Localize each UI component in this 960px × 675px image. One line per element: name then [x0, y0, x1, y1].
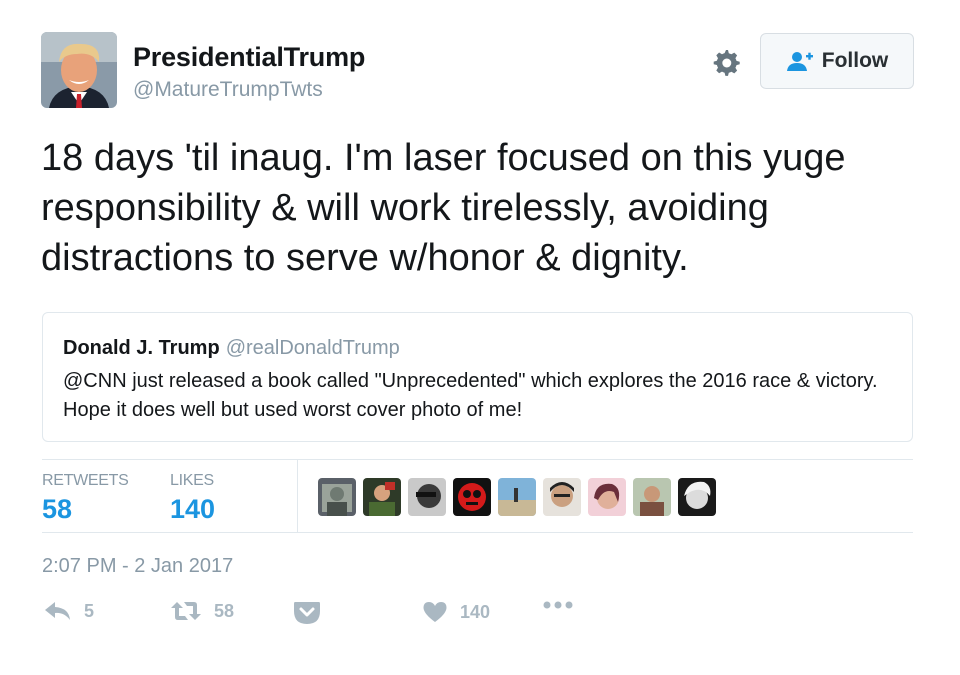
tweet-timestamp[interactable]: 2:07 PM - 2 Jan 2017 [42, 555, 233, 578]
liker-avatar[interactable] [498, 478, 536, 516]
retweets-count: 58 [42, 494, 73, 524]
tweet-actions: 5 58 140 [42, 600, 642, 636]
reply-icon [45, 602, 70, 620]
liker-avatar[interactable] [588, 478, 626, 516]
retweet-icon [171, 602, 201, 620]
reply-button[interactable]: 5 [44, 600, 94, 622]
liker-avatar[interactable] [363, 478, 401, 516]
quoted-author-handle: @realDonaldTrump [225, 337, 400, 359]
likes-stat[interactable]: LIKES 140 [170, 472, 215, 525]
liker-avatar[interactable] [408, 478, 446, 516]
retweets-label: RETWEETS [42, 472, 129, 489]
likes-count: 140 [170, 494, 216, 524]
settings-gear-icon[interactable] [710, 46, 742, 78]
tweet-stats: RETWEETS 58 LIKES 140 [42, 459, 913, 533]
quoted-author-name: Donald J. Trump [63, 337, 220, 359]
tweet-header: PresidentialTrump @MatureTrumpTwts Follo… [41, 32, 914, 108]
retweet-button[interactable]: 58 [170, 600, 234, 622]
more-dots-icon [543, 601, 573, 609]
pocket-save-button[interactable] [293, 600, 321, 626]
liker-avatar[interactable] [453, 478, 491, 516]
heart-icon [423, 602, 447, 622]
stats-divider [297, 460, 298, 532]
like-count: 140 [460, 601, 491, 622]
pocket-save-icon [294, 602, 320, 624]
retweets-stat[interactable]: RETWEETS 58 [42, 472, 129, 525]
follow-button-label: Follow [821, 49, 889, 72]
user-avatar[interactable] [41, 32, 117, 108]
like-button[interactable]: 140 [422, 600, 490, 624]
follow-person-plus-icon [786, 52, 813, 71]
more-options-button[interactable] [542, 600, 574, 610]
liker-avatars [318, 478, 716, 516]
liker-avatar[interactable] [678, 478, 716, 516]
quoted-tweet-text: @CNN just released a book called "Unprec… [63, 370, 878, 421]
quoted-author: Donald J. Trump @realDonaldTrump [63, 337, 400, 360]
liker-avatar[interactable] [633, 478, 671, 516]
reply-count: 5 [84, 600, 95, 621]
liker-avatar[interactable] [318, 478, 356, 516]
user-handle[interactable]: @MatureTrumpTwts [133, 78, 323, 102]
display-name[interactable]: PresidentialTrump [133, 42, 365, 73]
liker-avatar[interactable] [543, 478, 581, 516]
follow-button[interactable]: Follow [760, 33, 914, 89]
quoted-tweet[interactable]: Donald J. Trump @realDonaldTrump @CNN jus… [42, 312, 913, 442]
tweet-text: 18 days 'til inaug. I'm laser focused on… [41, 137, 846, 279]
retweet-count: 58 [214, 600, 235, 621]
likes-label: LIKES [170, 472, 214, 489]
